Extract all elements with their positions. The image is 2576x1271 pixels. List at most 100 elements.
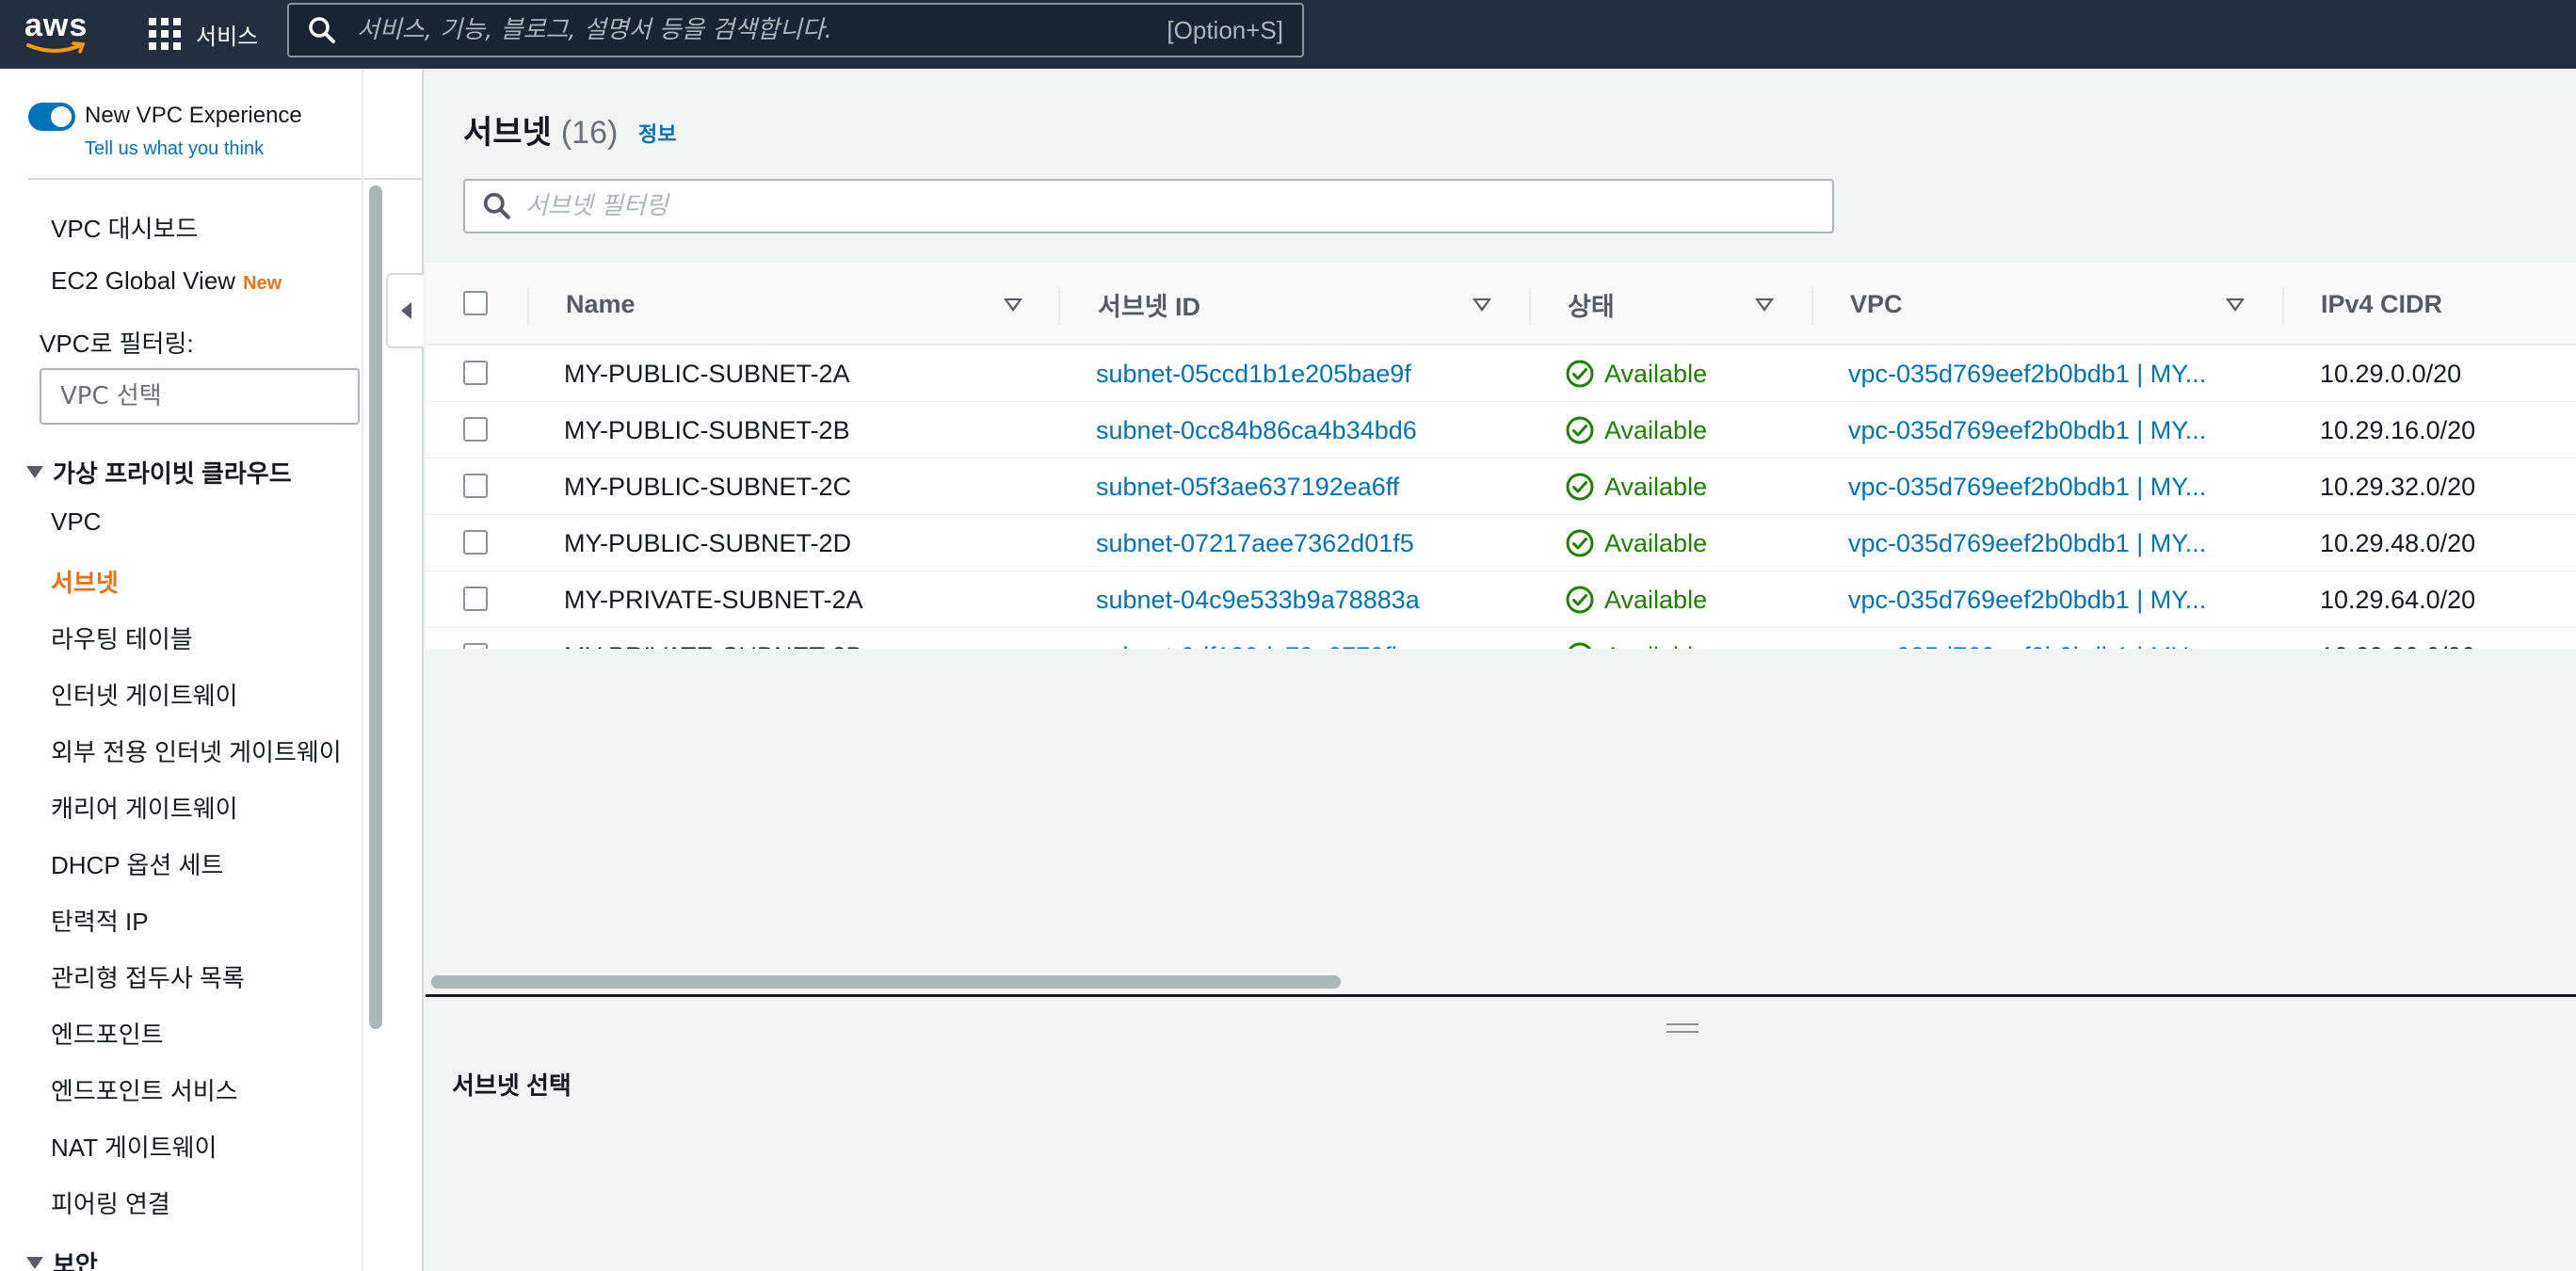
caret-down-icon (26, 1257, 43, 1269)
sidebar-item-vpc[interactable]: VPC (51, 507, 101, 537)
table-row[interactable]: MY-PRIVATE-SUBNET-2B subnet-0df130dc79a37… (426, 628, 2576, 649)
cell-status: Available (1565, 515, 1707, 571)
services-menu-button[interactable]: 서비스 (149, 13, 258, 55)
sidebar-item-managed-prefix-lists[interactable]: 관리형 접두사 목록 (51, 959, 245, 994)
cell-ipv4-cidr: 10.29.80.0/20 (2320, 628, 2475, 650)
cell-vpc-link[interactable]: vpc-035d769eef2b0bdb1 | MY... (1848, 402, 2206, 459)
subnet-filter-input[interactable] (525, 192, 1832, 220)
status-text: Available (1604, 642, 1707, 650)
column-header-state[interactable]: 상태 (1568, 263, 1615, 346)
sort-icon[interactable] (1755, 298, 1774, 312)
vpc-filter-select[interactable] (40, 368, 365, 425)
section-virtual-private-cloud[interactable]: 가상 프라이빗 클라우드 (26, 455, 292, 490)
table-row[interactable]: MY-PUBLIC-SUBNET-2B subnet-0cc84b86ca4b34… (426, 402, 2576, 459)
page-title-text: 서브넷 (463, 115, 552, 151)
vpc-select-input[interactable] (60, 382, 365, 410)
section-security[interactable]: 보안 (26, 1246, 98, 1271)
sidebar-item-label: NAT 게이트웨이 (51, 1134, 217, 1162)
cell-name: MY-PUBLIC-SUBNET-2A (564, 359, 850, 388)
cell-vpc-link[interactable]: vpc-035d769eef2b0bdb1 | MY... (1848, 459, 2206, 515)
table-horizontal-scrollbar[interactable] (431, 975, 1341, 989)
column-separator (527, 287, 529, 325)
feedback-link[interactable]: Tell us what you think (85, 138, 264, 160)
column-header-vpc[interactable]: VPC (1850, 263, 1903, 346)
sort-icon[interactable] (1004, 298, 1022, 312)
select-all-checkbox[interactable] (463, 291, 488, 315)
sidebar-item-nat-gateways[interactable]: NAT 게이트웨이 (51, 1129, 217, 1164)
sidebar-item-label: 관리형 접두사 목록 (51, 964, 245, 992)
cell-vpc-link[interactable]: vpc-035d769eef2b0bdb1 | MY... (1848, 515, 2206, 571)
sidebar-item-peering-connections[interactable]: 피어링 연결 (51, 1185, 170, 1220)
sidebar-item-label: 탄력적 IP (51, 908, 149, 936)
sidebar-item-dhcp-option-sets[interactable]: DHCP 옵션 세트 (51, 846, 223, 881)
services-label: 서비스 (196, 24, 259, 50)
sidebar-item-egress-only-gateways[interactable]: 외부 전용 인터넷 게이트웨이 (51, 733, 342, 768)
row-checkbox[interactable] (463, 474, 488, 498)
cell-subnet-id-link[interactable]: subnet-07217aee7362d01f5 (1096, 515, 1414, 571)
cell-ipv4-cidr: 10.29.0.0/20 (2320, 359, 2462, 388)
column-header-label: Name (566, 289, 636, 318)
global-search-input[interactable] (357, 16, 1167, 44)
cell-vpc-link[interactable]: vpc-035d769eef2b0bdb1 | MY... (1848, 571, 2206, 628)
global-search-box[interactable]: [Option+S] (287, 3, 1304, 57)
cell-subnet-id-link[interactable]: subnet-0cc84b86ca4b34bd6 (1096, 402, 1417, 459)
sidebar-item-carrier-gateways[interactable]: 캐리어 게이트웨이 (51, 790, 238, 825)
sidebar-item-elastic-ips[interactable]: 탄력적 IP (51, 903, 149, 938)
info-link[interactable]: 정보 (638, 118, 676, 148)
row-checkbox[interactable] (463, 417, 488, 442)
new-vpc-experience-toggle[interactable] (28, 103, 75, 131)
column-separator (1058, 287, 1060, 325)
aws-smile-icon (26, 41, 86, 54)
table-row[interactable]: MY-PUBLIC-SUBNET-2C subnet-05f3ae637192ea… (426, 459, 2576, 515)
sidebar-item-vpc-dashboard[interactable]: VPC 대시보드 (51, 210, 198, 245)
sidebar-item-label: DHCP 옵션 세트 (51, 851, 224, 879)
sidebar-item-label: EC2 Global View (51, 266, 236, 295)
sidebar-item-ec2-global-view[interactable]: EC2 Global View New (51, 266, 282, 296)
services-grid-icon (149, 18, 181, 50)
sidebar-item-subnets[interactable]: 서브넷 (51, 564, 119, 599)
sidebar-item-route-tables[interactable]: 라우팅 테이블 (51, 620, 193, 655)
column-separator (2282, 287, 2284, 325)
table-row[interactable]: MY-PUBLIC-SUBNET-2A subnet-05ccd1b1e205ba… (426, 346, 2576, 402)
cell-vpc-link[interactable]: vpc-035d769eef2b0bdb1 | MY... (1848, 628, 2206, 650)
cell-subnet-id-link[interactable]: subnet-04c9e533b9a78883a (1096, 571, 1420, 628)
cell-subnet-id-link[interactable]: subnet-0df130dc79a3779fb (1096, 628, 1406, 650)
cell-status: Available (1565, 628, 1707, 649)
sort-icon[interactable] (2226, 298, 2245, 312)
table-row[interactable]: MY-PUBLIC-SUBNET-2D subnet-07217aee7362d0… (426, 515, 2576, 571)
cell-vpc-link[interactable]: vpc-035d769eef2b0bdb1 | MY... (1848, 346, 2206, 402)
drag-handle-icon[interactable] (1666, 1023, 1699, 1037)
row-checkbox[interactable] (463, 530, 488, 555)
sidebar-item-endpoints[interactable]: 엔드포인트 (51, 1016, 164, 1051)
status-text: Available (1604, 359, 1708, 388)
check-circle-icon (1566, 473, 1594, 501)
cell-ipv4-cidr: 10.29.64.0/20 (2320, 585, 2476, 614)
cell-name: MY-PRIVATE-SUBNET-2A (564, 585, 863, 614)
column-header-name[interactable]: Name (566, 263, 636, 346)
row-checkbox[interactable] (463, 361, 488, 385)
sidebar-item-label: 엔드포인트 (51, 1021, 164, 1049)
cell-name: MY-PUBLIC-SUBNET-2D (564, 528, 852, 557)
column-header-label: VPC (1850, 289, 1903, 318)
cell-subnet-id-link[interactable]: subnet-05ccd1b1e205bae9f (1096, 346, 1411, 402)
column-header-ipv4-cidr[interactable]: IPv4 CIDR (2321, 263, 2442, 346)
status-text: Available (1604, 415, 1708, 444)
cell-subnet-id-link[interactable]: subnet-05f3ae637192ea6ff (1096, 459, 1399, 515)
table-row[interactable]: MY-PRIVATE-SUBNET-2A subnet-04c9e533b9a78… (426, 571, 2576, 628)
sidebar-item-label: 라우팅 테이블 (51, 625, 193, 653)
sort-icon[interactable] (1473, 298, 1491, 312)
subnet-filter-box[interactable] (463, 179, 1834, 233)
status-text: Available (1604, 472, 1708, 501)
cell-ipv4-cidr: 10.29.32.0/20 (2320, 472, 2476, 501)
sidebar-item-internet-gateways[interactable]: 인터넷 게이트웨이 (51, 677, 238, 712)
row-checkbox[interactable] (463, 587, 488, 611)
column-header-label: 상태 (1568, 292, 1615, 321)
row-checkbox[interactable] (463, 643, 488, 649)
sidebar-scrollbar[interactable] (369, 185, 382, 1029)
aws-logo[interactable]: aws (24, 8, 90, 56)
sidebar-item-endpoint-services[interactable]: 엔드포인트 서비스 (51, 1072, 238, 1107)
vpc-filter-label: VPC로 필터링: (40, 330, 194, 358)
column-header-subnet-id[interactable]: 서브넷 ID (1098, 263, 1200, 346)
sidebar-item-label: VPC 대시보드 (51, 215, 199, 243)
collapse-sidebar-button[interactable] (386, 273, 424, 348)
